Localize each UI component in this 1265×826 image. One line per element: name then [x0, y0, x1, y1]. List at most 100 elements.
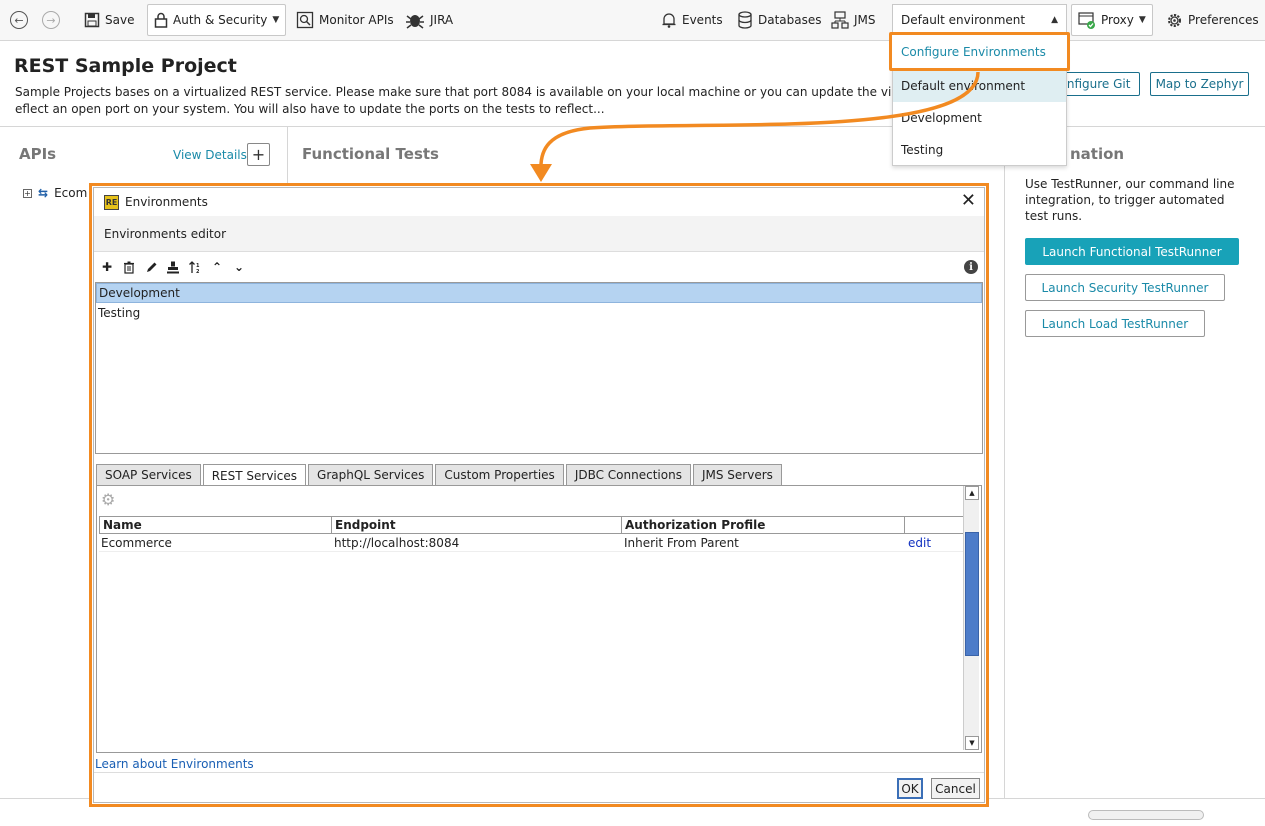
move-down-icon[interactable]: ⌄	[231, 259, 247, 275]
configure-environments-highlight: Configure Environments	[889, 32, 1070, 71]
jms-label: JMS	[854, 13, 876, 27]
pencil-icon[interactable]	[143, 259, 159, 275]
events-button[interactable]: Events	[661, 0, 723, 40]
scroll-down-icon[interactable]: ▼	[965, 736, 979, 750]
tab-jms-servers[interactable]: JMS Servers	[692, 464, 782, 485]
monitor-apis-button[interactable]: Monitor APIs	[296, 0, 394, 40]
dialog-tabs: SOAP Services REST Services GraphQL Serv…	[96, 464, 782, 486]
arrowhead-icon	[530, 164, 552, 182]
table-header-row: Name Endpoint Authorization Profile	[99, 516, 965, 534]
dialog-titlebar[interactable]: RE Environments	[94, 188, 984, 216]
ok-button[interactable]: OK	[897, 778, 923, 799]
scrollbar-thumb[interactable]	[965, 532, 979, 656]
view-details-link[interactable]: View Details	[173, 148, 247, 162]
project-description-line-2: eflect an open port on your system. You …	[15, 102, 605, 116]
vertical-scrollbar[interactable]: ▲ ▼	[963, 486, 979, 750]
databases-label: Databases	[758, 13, 822, 27]
column-header-authorization-profile[interactable]: Authorization Profile	[622, 516, 905, 534]
lock-icon	[154, 12, 168, 28]
cancel-button[interactable]: Cancel	[931, 778, 980, 799]
table-row[interactable]: Ecommerce http://localhost:8084 Inherit …	[99, 534, 965, 552]
databases-button[interactable]: Databases	[737, 0, 822, 40]
rest-services-panel: ⚙ Name Endpoint Authorization Profile Ec…	[96, 485, 982, 753]
project-description: Sample Projects bases on a virtualized R…	[15, 84, 895, 118]
app-logo-icon: RE	[104, 194, 119, 210]
environment-list[interactable]: Development Testing	[95, 282, 983, 454]
launch-security-testrunner-button[interactable]: Launch Security TestRunner	[1025, 274, 1225, 301]
map-to-zephyr-button[interactable]: Map to Zephyr	[1150, 72, 1249, 96]
caret-down-icon: ▼	[272, 15, 280, 25]
tab-rest-services[interactable]: REST Services	[202, 464, 307, 486]
preferences-button[interactable]: Preferences	[1166, 0, 1259, 40]
menu-item-configure-environments[interactable]: Configure Environments	[892, 35, 1067, 68]
functional-tests-title: Functional Tests	[302, 145, 439, 163]
info-icon[interactable]: i	[964, 260, 978, 274]
swap-arrows-icon: ⇆	[38, 186, 49, 200]
launch-load-testrunner-button[interactable]: Launch Load TestRunner	[1025, 310, 1205, 337]
tab-soap-services[interactable]: SOAP Services	[96, 464, 201, 485]
bell-icon	[662, 13, 676, 28]
proxy-label: Proxy	[1101, 13, 1134, 27]
expand-icon[interactable]: +	[23, 188, 32, 198]
bug-icon	[406, 15, 424, 29]
column-header-name[interactable]: Name	[99, 516, 332, 534]
environment-list-item[interactable]: Development	[96, 283, 982, 303]
proxy-button[interactable]: Proxy ▼	[1071, 4, 1153, 36]
environment-toolbar: ✚ 12 ⌃ ⌄	[94, 252, 984, 282]
learn-about-environments-link[interactable]: Learn about Environments	[95, 757, 254, 771]
sort-icon[interactable]: 12	[187, 259, 203, 275]
jms-network-icon	[831, 11, 849, 29]
menu-item-testing[interactable]: Testing	[893, 134, 1066, 166]
project-description-line-1: Sample Projects bases on a virtualized R…	[15, 85, 895, 99]
cell-endpoint: http://localhost:8084	[334, 535, 460, 550]
dialog-footer-divider	[94, 772, 984, 773]
main-toolbar: ← → Save Auth & Security ▼ Monitor APIs …	[0, 0, 1265, 41]
jira-button[interactable]: JIRA	[405, 0, 453, 40]
back-arrow-icon[interactable]: ←	[10, 11, 28, 29]
panel-divider-automation	[1004, 126, 1005, 798]
environment-list-item[interactable]: Testing	[96, 303, 982, 323]
tab-jdbc-connections[interactable]: JDBC Connections	[565, 464, 691, 485]
jira-label: JIRA	[430, 13, 454, 27]
events-label: Events	[682, 13, 723, 27]
forward-arrow-icon[interactable]: →	[42, 11, 60, 29]
environments-dialog: RE Environments ✕ Environments editor ✚ …	[93, 187, 985, 803]
cell-name: Ecommerce	[101, 535, 172, 550]
proxy-icon	[1078, 12, 1095, 29]
monitor-apis-label: Monitor APIs	[319, 13, 394, 27]
column-header-endpoint[interactable]: Endpoint	[332, 516, 622, 534]
api-tree-item[interactable]: + ⇆ Ecom	[23, 186, 87, 200]
save-button[interactable]: Save	[84, 0, 134, 40]
jms-button[interactable]: JMS	[831, 0, 876, 40]
svg-text:2: 2	[196, 269, 200, 274]
auth-security-button[interactable]: Auth & Security ▼	[147, 4, 287, 36]
tab-graphql-services[interactable]: GraphQL Services	[308, 464, 434, 485]
caret-up-icon: ▲	[1051, 15, 1058, 25]
preferences-label: Preferences	[1188, 13, 1259, 27]
menu-item-development[interactable]: Development	[893, 102, 1066, 134]
page-title: REST Sample Project	[14, 55, 237, 77]
environment-select-value: Default environment	[901, 13, 1026, 27]
api-tree-item-label: Ecom	[54, 186, 88, 200]
save-icon	[84, 12, 100, 28]
move-up-icon[interactable]: ⌃	[209, 259, 225, 275]
scroll-up-icon[interactable]: ▲	[965, 486, 979, 500]
add-icon[interactable]: ✚	[99, 259, 115, 275]
delete-icon[interactable]	[121, 259, 137, 275]
save-label: Save	[105, 13, 135, 27]
close-icon[interactable]: ✕	[961, 192, 976, 210]
panel-divider-top	[0, 126, 1265, 127]
settings-gear-icon[interactable]: ⚙	[101, 490, 115, 509]
add-api-button[interactable]: +	[247, 143, 270, 166]
horizontal-scrollbar[interactable]	[1088, 810, 1204, 820]
monitor-icon	[296, 11, 314, 29]
database-icon	[738, 11, 752, 29]
clone-stamp-icon[interactable]	[165, 259, 181, 275]
launch-functional-testrunner-button[interactable]: Launch Functional TestRunner	[1025, 238, 1239, 265]
edit-link[interactable]: edit	[905, 534, 965, 551]
apis-panel-title: APIs	[19, 145, 57, 163]
gear-icon	[1168, 13, 1181, 27]
column-header-action	[905, 516, 965, 534]
tab-custom-properties[interactable]: Custom Properties	[435, 464, 564, 485]
menu-item-default-environment[interactable]: Default environment	[893, 70, 1066, 102]
